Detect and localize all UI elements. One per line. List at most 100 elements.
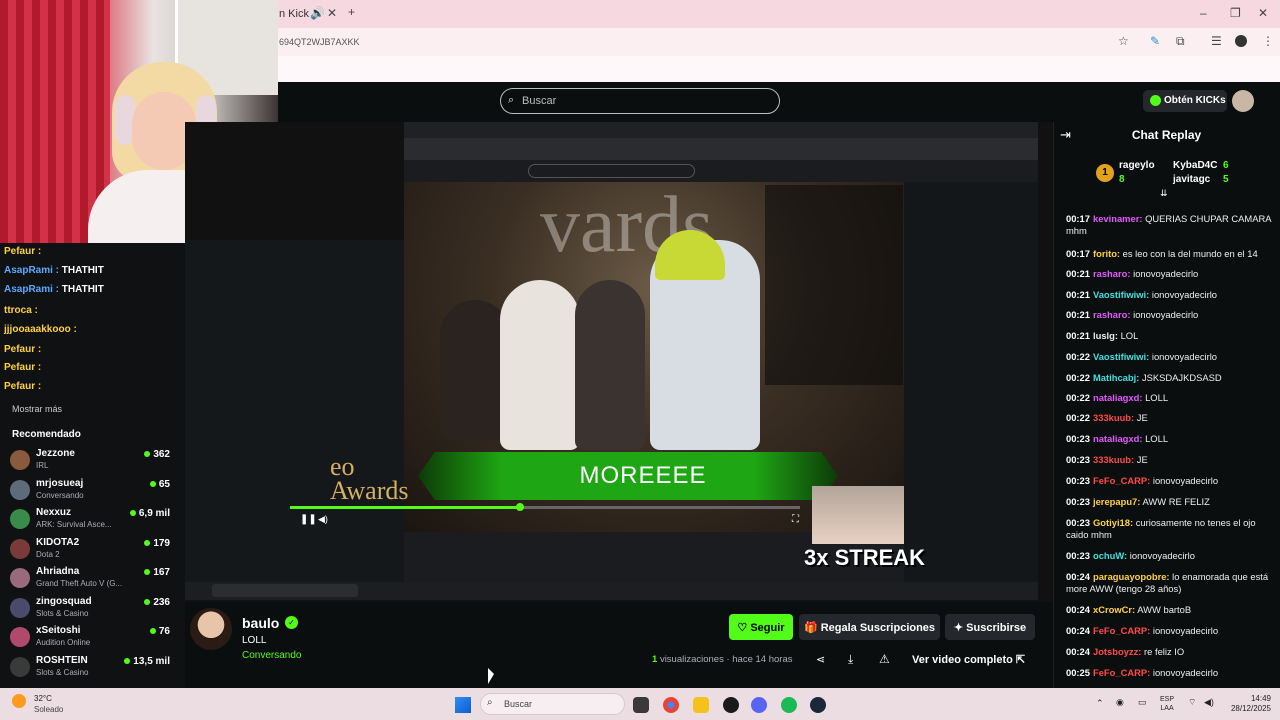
chat-username[interactable]: Vaostifiwiwi: (1093, 351, 1149, 362)
recommended-name: Nexxuz (36, 507, 72, 518)
chat-username[interactable]: luslg: (1093, 330, 1118, 341)
leaderboard-name[interactable]: javitagc (1173, 174, 1210, 185)
viewer-count: 362 (144, 449, 170, 460)
chat-username[interactable]: Vaostifiwiwi: (1093, 289, 1149, 300)
chat-username[interactable]: FeFo_CARP: (1093, 667, 1150, 678)
chat-username[interactable]: FeFo_CARP: (1093, 625, 1150, 636)
recommended-item[interactable]: KIDOTA2 Dota 2 179 (10, 536, 170, 564)
volume-icon[interactable]: ◀) (1204, 697, 1214, 708)
overlay-chat-user: AsapRami : (4, 284, 60, 295)
share-icon[interactable]: ⋖ (816, 653, 825, 666)
show-more-link[interactable]: Mostrar más (12, 404, 62, 414)
recommended-category: Conversando (36, 490, 84, 500)
streak-text: 3x STREAK (804, 545, 926, 570)
viewer-count-value: 76 (158, 626, 170, 637)
recommended-name: ROSHTEIN (36, 654, 88, 666)
chat-username[interactable]: FeFo_CARP: (1093, 475, 1150, 486)
subscribe-label: Suscribirse (966, 622, 1027, 634)
chat-username[interactable]: xCrowCr: (1093, 604, 1135, 615)
chat-timestamp: 00:23 (1066, 454, 1090, 465)
user-avatar[interactable] (1232, 90, 1254, 112)
bookmark-star-icon[interactable]: ☆ (1118, 34, 1129, 48)
overlay-chat-user: ttroca : (4, 305, 38, 316)
tab-close-icon[interactable]: ✕ (327, 6, 337, 20)
follow-button[interactable]: ♡ Seguir (729, 614, 793, 640)
recommended-item[interactable]: ROSHTEIN Slots & Casino 13,5 mil (10, 654, 170, 682)
windows-start-icon[interactable] (455, 697, 471, 713)
chat-username[interactable]: nataliagxd: (1093, 392, 1143, 403)
clock-time: 14:49 (1250, 694, 1271, 703)
recommended-title: Recomendado (12, 429, 81, 440)
address-bar[interactable] (278, 28, 1280, 56)
window-restore-icon[interactable]: ❐ (1230, 6, 1241, 20)
reading-list-icon[interactable]: ☰ (1211, 34, 1222, 48)
fullscreen-icon[interactable]: ⛶ (792, 514, 799, 525)
url-text[interactable]: 694QT2WJB7AXKK (279, 37, 360, 47)
recommended-item[interactable]: mrjosueaj Conversando 65 (10, 477, 170, 505)
translate-icon[interactable]: ✎ (1150, 34, 1160, 48)
channel-name[interactable]: baulo (242, 615, 279, 631)
expand-leaderboard-icon[interactable]: ⇊ (1160, 188, 1168, 199)
chat-username[interactable]: rasharo: (1093, 268, 1131, 279)
tray-language[interactable]: ESP LAA (1160, 695, 1174, 713)
file-explorer-icon[interactable] (693, 697, 709, 713)
kicks-coin-icon (1150, 95, 1161, 106)
chrome-icon[interactable] (663, 697, 679, 713)
tray-chevron-icon[interactable]: ⌃ (1096, 698, 1104, 709)
browser-content-top (278, 56, 1280, 82)
chat-username[interactable]: Gotiyi18: (1093, 517, 1133, 528)
chat-username[interactable]: 333kuub: (1093, 454, 1134, 465)
stream-category[interactable]: Conversando (242, 650, 301, 661)
chat-username[interactable]: ochuW: (1093, 550, 1127, 561)
chat-username[interactable]: paraguayopobre: (1093, 571, 1170, 582)
full-video-button[interactable]: Ver video completo ⇱ (912, 653, 1025, 666)
pause-icon[interactable]: ❚❚ (300, 514, 317, 525)
app-icon[interactable] (723, 697, 739, 713)
spotify-icon[interactable] (781, 697, 797, 713)
task-view-icon[interactable] (633, 697, 649, 713)
tab-audio-icon[interactable]: 🔊 (310, 6, 325, 20)
chat-username[interactable]: Matihcabj: (1093, 372, 1139, 383)
menu-kebab-icon[interactable]: ⋮ (1262, 34, 1274, 48)
steam-icon[interactable] (810, 697, 826, 713)
weather-icon[interactable] (12, 694, 26, 708)
recommended-item[interactable]: zingosquad Slots & Casino 236 (10, 595, 170, 623)
download-icon[interactable]: ⤓ (848, 652, 853, 667)
progress-thumb[interactable] (515, 503, 524, 511)
chat-username[interactable]: forito: (1093, 248, 1120, 259)
browser-tab-title[interactable]: n Kick (279, 8, 309, 20)
window-minimize-icon[interactable]: – (1200, 6, 1207, 20)
channel-avatar[interactable] (190, 608, 232, 650)
report-icon[interactable]: ⚠ (879, 652, 890, 666)
discord-icon[interactable] (751, 697, 767, 713)
chat-username[interactable]: nataliagxd: (1093, 433, 1143, 444)
tray-clock[interactable]: 14:49 28/12/2025 (1225, 694, 1271, 714)
recommended-item[interactable]: Ahriadna Grand Theft Auto V (G... 167 (10, 565, 170, 593)
new-tab-icon[interactable]: + (348, 5, 355, 19)
network-icon[interactable]: ⌔ (1188, 697, 1196, 708)
gift-subs-button[interactable]: 🎁 Regala Suscripciones (799, 614, 940, 640)
chat-username[interactable]: jerepapu7: (1093, 496, 1140, 507)
extensions-icon[interactable]: ⧉ (1176, 34, 1185, 49)
profile-icon[interactable] (1235, 35, 1247, 47)
chat-username[interactable]: 333kuub: (1093, 412, 1134, 423)
recommended-name: Ahriadna (36, 566, 80, 577)
chat-username[interactable]: kevinamer: (1093, 213, 1143, 224)
chat-timestamp: 00:17 (1066, 248, 1090, 259)
recommended-item[interactable]: Nexxuz ARK: Survival Asce... 6,9 mil (10, 506, 170, 534)
channel-avatar (10, 597, 30, 618)
chat-message: 00:22 Matihcabj: JSKSDAJKDSASD (1066, 372, 1274, 384)
chat-username[interactable]: rasharo: (1093, 309, 1131, 320)
chat-username[interactable]: Jotsboyzz: (1093, 646, 1141, 657)
chat-text: LOLL (1145, 433, 1169, 444)
recommended-item[interactable]: Jezzone IRL 362 (10, 447, 170, 475)
tray-app-icon[interactable]: ◉ (1116, 697, 1124, 708)
taskbar-search[interactable] (480, 693, 625, 715)
leaderboard-name[interactable]: KybaD4C (1173, 160, 1217, 171)
window-close-icon[interactable]: ✕ (1258, 6, 1268, 20)
recommended-item[interactable]: xSeitoshi Audition Online 76 (10, 624, 170, 652)
volume-icon[interactable]: ◀) (318, 514, 328, 525)
leaderboard-name[interactable]: rageylo (1119, 160, 1155, 171)
subscribe-button[interactable]: ✦ Suscribirse (945, 614, 1035, 640)
tray-battery-icon[interactable]: ▭ (1138, 697, 1147, 708)
